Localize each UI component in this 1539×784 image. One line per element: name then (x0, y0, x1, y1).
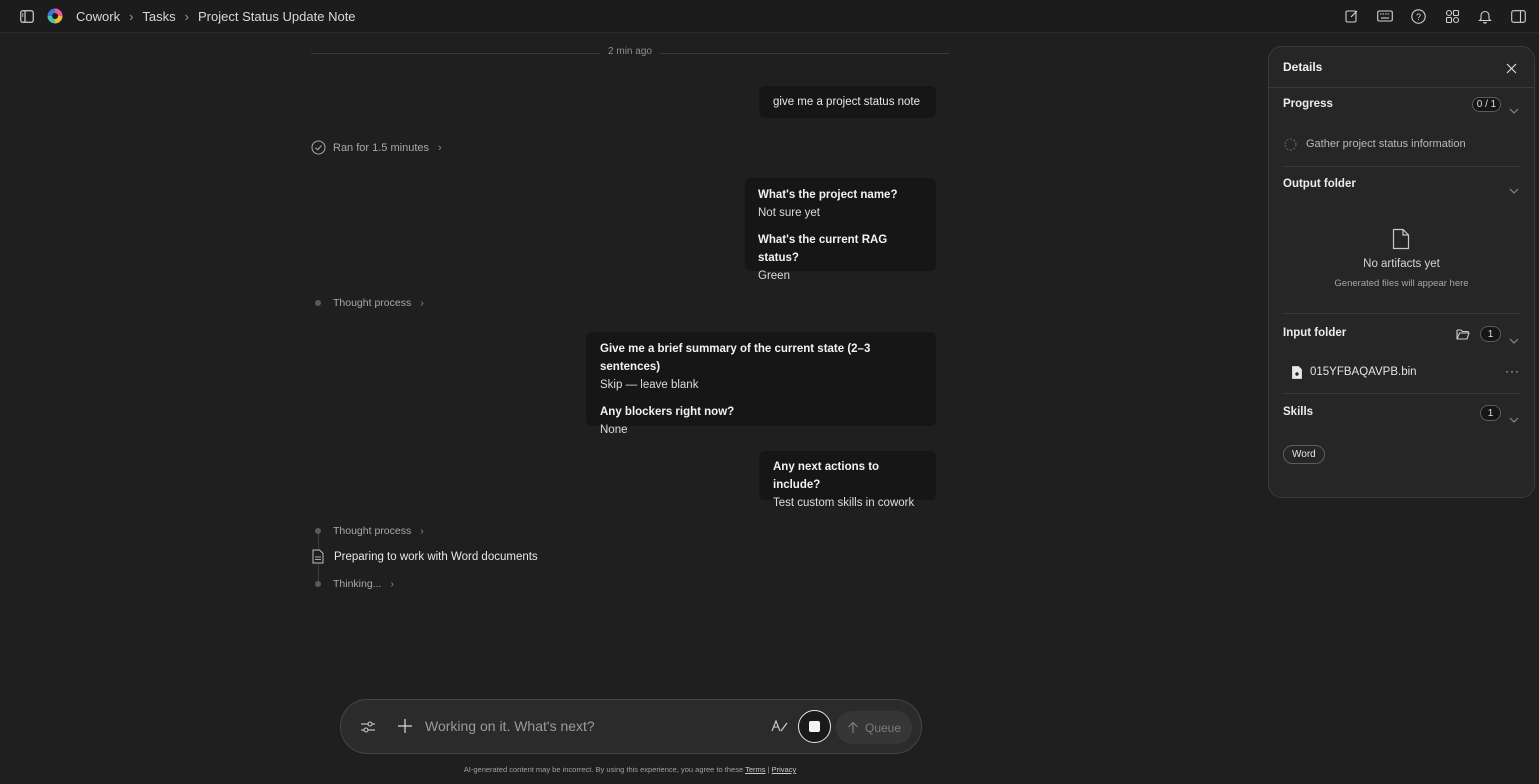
timeline-dot (315, 528, 321, 534)
run-status-label: Ran for 1.5 minutes (333, 141, 429, 154)
input-file-name[interactable]: 015YFBAQAVPB.bin (1310, 366, 1417, 378)
svg-text:?: ? (1415, 12, 1420, 22)
chevron-down-icon[interactable] (1509, 181, 1519, 194)
file-icon (1392, 228, 1410, 255)
run-status[interactable]: Ran for 1.5 minutes › (311, 140, 442, 155)
timeline-dot (315, 581, 321, 587)
more-options-icon[interactable]: ··· (1505, 364, 1520, 378)
footer-separator: | (767, 765, 770, 774)
new-note-icon[interactable] (1344, 8, 1360, 24)
divider (1283, 166, 1521, 167)
question-text: What's the current RAG status? (758, 234, 888, 264)
sidebar-toggle-icon[interactable] (19, 8, 35, 24)
queue-label: Queue (864, 720, 902, 735)
answer-text: Green (758, 270, 790, 282)
breadcrumb: Cowork › Tasks › Project Status Update N… (76, 9, 356, 24)
composer-input[interactable]: Working on it. What's next? (425, 718, 595, 734)
progress-count-badge: 0 / 1 (1472, 97, 1501, 112)
queue-button[interactable]: Queue (836, 711, 912, 744)
arrow-up-icon (848, 721, 858, 733)
skill-chip-word[interactable]: Word (1283, 445, 1325, 464)
help-icon[interactable]: ? (1410, 8, 1426, 24)
handwriting-icon[interactable] (771, 718, 789, 739)
options-sliders-icon[interactable] (360, 719, 376, 740)
answer-card-1: What's the project name? Not sure yet Wh… (745, 178, 936, 282)
stop-square-icon (809, 721, 820, 732)
pending-circle-icon (1284, 138, 1297, 156)
check-circle-icon (311, 140, 326, 155)
bin-file-icon (1292, 366, 1302, 384)
copilot-logo-icon (47, 8, 63, 24)
divider (1283, 393, 1521, 394)
answer-text: Not sure yet (758, 207, 820, 219)
thought-process-label: Thought process (333, 297, 412, 309)
connections-icon[interactable] (1444, 8, 1460, 24)
timestamp-label: 2 min ago (600, 46, 660, 57)
divider (1283, 313, 1521, 314)
thought-process-label: Thought process (333, 525, 412, 537)
user-message-text: give me a project status note (773, 96, 921, 108)
breadcrumb-page: Project Status Update Note (198, 9, 356, 24)
breadcrumb-app[interactable]: Cowork (76, 9, 120, 24)
no-artifacts-subtitle: Generated files will appear here (1334, 278, 1469, 289)
input-count-badge: 1 (1480, 326, 1501, 342)
composer: Working on it. What's next? Queue (340, 699, 922, 754)
question-text: What's the project name? (758, 189, 898, 201)
output-folder-heading[interactable]: Output folder (1283, 178, 1356, 190)
chevron-down-icon[interactable] (1509, 410, 1519, 423)
skills-count-badge: 1 (1480, 405, 1501, 421)
answer-card-2: Give me a brief summary of the current s… (586, 332, 936, 436)
bell-icon[interactable] (1477, 8, 1493, 24)
chevron-right-icon: › (390, 578, 394, 590)
tool-step: Preparing to work with Word documents (312, 549, 538, 564)
open-folder-icon[interactable] (1456, 327, 1470, 345)
timeline-dot (315, 300, 321, 306)
answer-text: None (600, 424, 628, 436)
details-panel: Details Progress 0 / 1 Gather project st… (1268, 46, 1535, 498)
question-text: Any next actions to include? (773, 461, 880, 491)
disclaimer-text: AI-generated content may be incorrect. B… (463, 765, 744, 774)
breadcrumb-section[interactable]: Tasks (142, 9, 175, 24)
chevron-right-icon: › (438, 141, 442, 154)
answer-card-3: Any next actions to include? Test custom… (759, 451, 936, 509)
chevron-right-icon: › (184, 9, 189, 24)
top-bar: Cowork › Tasks › Project Status Update N… (0, 0, 1539, 33)
add-attachment-icon[interactable] (397, 718, 413, 739)
terms-link[interactable]: Terms (745, 765, 765, 774)
thought-process-toggle-1[interactable]: Thought process › (315, 297, 424, 309)
no-artifacts-title: No artifacts yet (1363, 258, 1440, 270)
input-folder-heading[interactable]: Input folder (1283, 327, 1346, 339)
tool-step-label: Preparing to work with Word documents (334, 550, 538, 563)
details-title: Details (1283, 60, 1323, 74)
user-message: give me a project status note (759, 86, 936, 118)
question-text: Any blockers right now? (600, 406, 735, 418)
chevron-right-icon: › (129, 9, 134, 24)
answer-text: Skip — leave blank (600, 379, 699, 391)
privacy-link[interactable]: Privacy (772, 765, 797, 774)
divider (1269, 87, 1534, 88)
footer-disclaimer: AI-generated content may be incorrect. B… (0, 765, 1260, 774)
panel-toggle-icon[interactable] (1510, 8, 1526, 24)
stop-button[interactable] (798, 710, 831, 743)
timestamp-divider: 2 min ago (311, 45, 949, 61)
question-text: Give me a brief summary of the current s… (600, 343, 871, 373)
chevron-down-icon[interactable] (1509, 101, 1519, 114)
close-icon[interactable] (1506, 61, 1517, 79)
document-icon (312, 549, 324, 564)
progress-heading[interactable]: Progress (1283, 98, 1333, 110)
thinking-toggle[interactable]: Thinking... › (315, 578, 394, 590)
answer-text: Test custom skills in cowork (773, 497, 915, 509)
chevron-right-icon: › (420, 525, 424, 537)
skills-heading[interactable]: Skills (1283, 406, 1313, 418)
progress-task: Gather project status information (1306, 138, 1466, 150)
chevron-down-icon[interactable] (1509, 331, 1519, 344)
thinking-label: Thinking... (333, 578, 382, 590)
thought-process-toggle-2[interactable]: Thought process › (315, 525, 424, 537)
keyboard-icon[interactable] (1377, 8, 1393, 24)
chevron-right-icon: › (420, 297, 424, 309)
